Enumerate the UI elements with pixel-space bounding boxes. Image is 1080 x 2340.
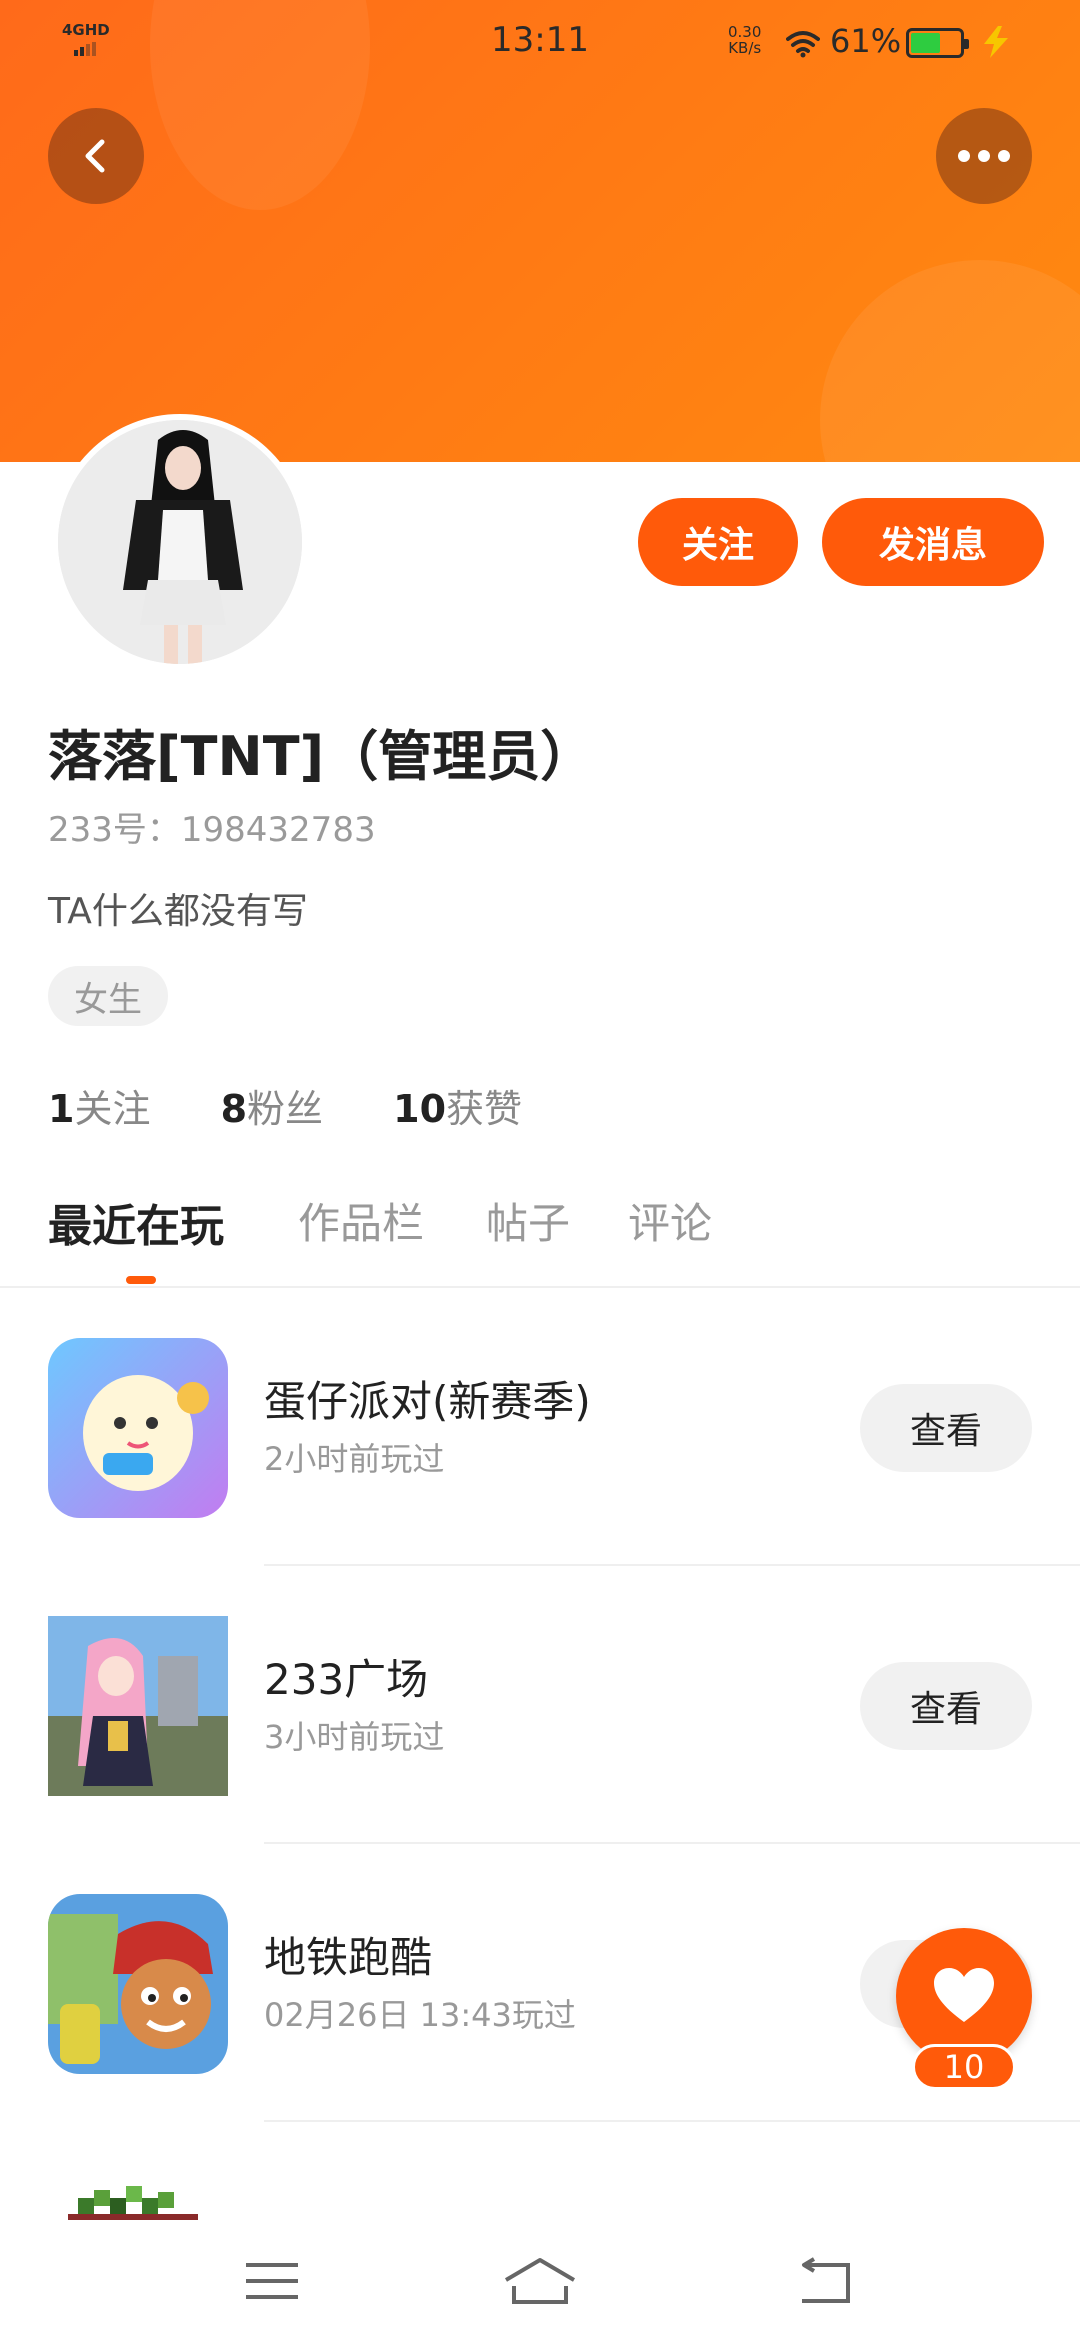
tab-recently-played[interactable]: 最近在玩 <box>48 1190 224 1254</box>
view-button[interactable]: 查看 <box>860 1662 1032 1750</box>
following-stat[interactable]: 1关注 <box>48 1078 150 1133</box>
list-item[interactable]: 233广场 3小时前玩过 查看 <box>0 1566 1080 1844</box>
battery-icon <box>906 28 969 58</box>
list-item[interactable] <box>0 2122 1080 2220</box>
stat-label: 粉丝 <box>247 1087 324 1131</box>
home-icon <box>504 2258 576 2304</box>
back-nav-button[interactable] <box>784 2246 864 2316</box>
send-message-button[interactable]: 发消息 <box>822 498 1044 586</box>
speed-value: 0.30 <box>728 23 762 41</box>
view-button[interactable]: 查看 <box>860 1384 1032 1472</box>
charging-icon <box>984 26 1008 58</box>
user-id: 233号：198432783 <box>48 810 376 850</box>
battery-level <box>911 33 940 53</box>
stat-label: 获赞 <box>446 1087 523 1131</box>
banner-decoration <box>820 260 1080 462</box>
system-nav-bar <box>0 2220 1080 2340</box>
follow-button[interactable]: 关注 <box>638 498 798 586</box>
game-icon <box>48 1616 228 1796</box>
stat-value: 1 <box>48 1087 75 1131</box>
heart-icon <box>934 1968 994 2022</box>
stat-value: 10 <box>393 1087 447 1131</box>
stat-label: 关注 <box>74 1087 151 1131</box>
tab-comments[interactable]: 评论 <box>628 1190 712 1251</box>
home-button[interactable] <box>500 2246 580 2316</box>
back-button[interactable] <box>48 108 144 204</box>
followers-stat[interactable]: 8粉丝 <box>221 1078 323 1133</box>
battery-percent: 61% <box>830 22 902 60</box>
user-name: 落落[TNT]（管理员） <box>48 725 595 788</box>
game-icon <box>48 1894 228 2074</box>
speed-unit: KB/s <box>728 39 762 57</box>
chevron-left-icon <box>85 139 105 173</box>
stat-value: 8 <box>220 1087 248 1131</box>
gender-tag: 女生 <box>48 966 168 1026</box>
last-played: 2小时前玩过 <box>264 1440 445 1478</box>
network-speed: 0.30 KB/s <box>728 24 761 56</box>
wifi-icon <box>786 31 820 58</box>
avatar-image <box>58 420 302 664</box>
game-icon <box>48 1338 228 1518</box>
profile-stats: 1关注 8粉丝 10获赞 <box>48 1078 580 1133</box>
list-item[interactable]: 蛋仔派对(新赛季) 2小时前玩过 查看 <box>0 1288 1080 1566</box>
game-title: 233广场 <box>264 1655 429 1704</box>
menu-button[interactable] <box>232 2246 312 2316</box>
like-count-badge: 10 <box>912 2044 1016 2090</box>
likes-stat[interactable]: 10获赞 <box>393 1078 522 1133</box>
menu-icon <box>246 2263 298 2299</box>
game-title: 蛋仔派对(新赛季) <box>264 1377 591 1426</box>
avatar[interactable] <box>52 414 308 670</box>
tab-works[interactable]: 作品栏 <box>298 1190 424 1251</box>
last-played: 02月26日 13:43玩过 <box>264 1996 576 2034</box>
tab-posts[interactable]: 帖子 <box>486 1190 570 1251</box>
last-played: 3小时前玩过 <box>264 1718 445 1756</box>
more-options-button[interactable] <box>936 108 1032 204</box>
active-tab-indicator <box>126 1276 156 1284</box>
more-dots-icon <box>958 150 1010 162</box>
status-bar: 4GHD 13:11 0.30 KB/s 61% <box>0 0 1080 84</box>
game-icon <box>48 2178 228 2220</box>
user-bio: TA什么都没有写 <box>48 891 308 932</box>
game-title: 地铁跑酷 <box>264 1933 433 1982</box>
return-icon <box>802 2257 850 2303</box>
